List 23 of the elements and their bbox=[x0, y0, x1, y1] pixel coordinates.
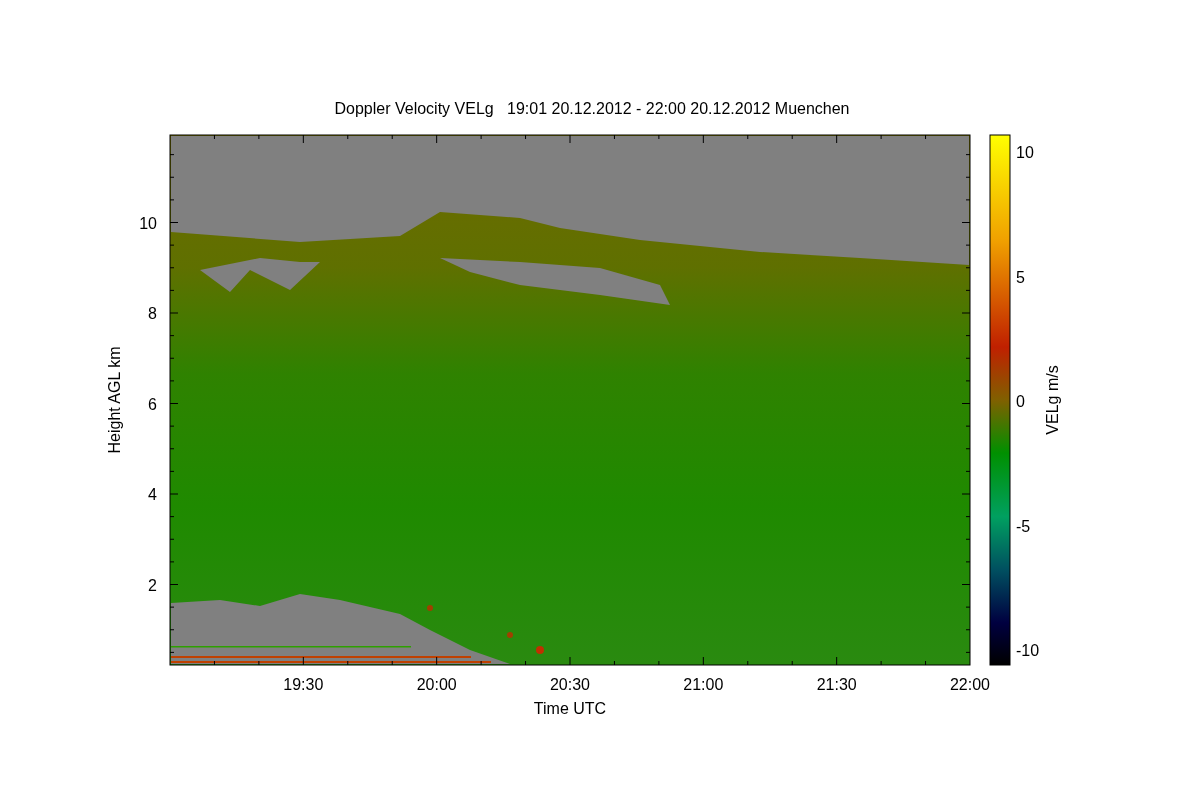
x-tick-label: 20:30 bbox=[550, 676, 590, 693]
x-tick-label: 22:00 bbox=[950, 676, 990, 693]
colorbar-tick-label: 10 bbox=[1016, 144, 1034, 161]
colorbar-tick-label: -5 bbox=[1016, 517, 1031, 535]
echo-spot bbox=[427, 605, 433, 611]
echo-spot bbox=[507, 632, 513, 638]
x-tick-label: 20:00 bbox=[416, 676, 457, 693]
y-tick-label: 4 bbox=[148, 486, 157, 503]
y-tick-label: 10 bbox=[139, 214, 157, 232]
colorbar-tick-label: 0 bbox=[1016, 393, 1025, 410]
chart-title: Doppler Velocity VELg 19:01 20.12.2012 - 22:00 20.12.2012 Muenchen bbox=[334, 100, 850, 117]
y-tick-label: 8 bbox=[148, 305, 157, 322]
y-axis-label: Height AGL km bbox=[106, 346, 123, 454]
x-tick-label: 21:30 bbox=[816, 676, 857, 693]
x-axis-label: Time UTC bbox=[533, 700, 607, 717]
echo-spot bbox=[536, 646, 544, 654]
x-tick-label: 19:30 bbox=[283, 676, 324, 693]
colorbar-label: VELg m/s bbox=[1044, 365, 1061, 435]
y-tick-label: 6 bbox=[148, 395, 157, 413]
y-tick-label: 2 bbox=[148, 576, 157, 594]
colorbar-tick-label: -10 bbox=[1016, 642, 1040, 659]
x-tick-label: 21:00 bbox=[683, 676, 724, 693]
colorbar-tick-label: 5 bbox=[1016, 268, 1025, 286]
